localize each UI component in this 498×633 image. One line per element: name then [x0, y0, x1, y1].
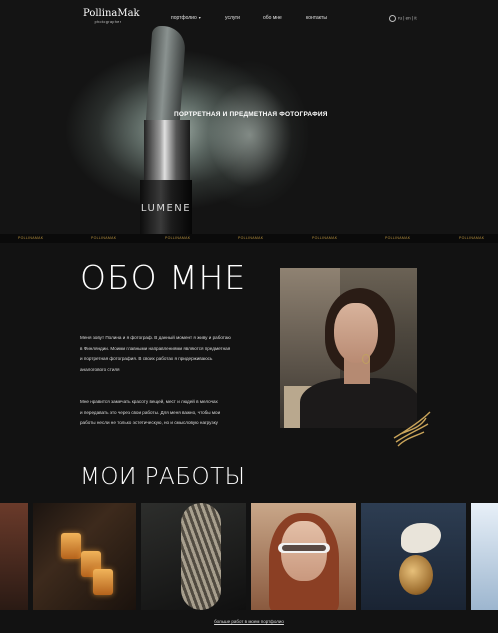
- about-text-line: аналогового стиля: [80, 366, 120, 372]
- hero-title: ПОРТРЕТНАЯ И ПРЕДМЕТНАЯ ФОТОГРАФИЯ: [174, 111, 328, 118]
- gallery-detail: [401, 523, 441, 553]
- gallery-detail: [93, 569, 113, 595]
- nav-item-contacts[interactable]: контакты: [306, 15, 327, 21]
- gallery-image-glasses[interactable]: [33, 503, 136, 610]
- strip-item: POLLINAMAK: [165, 236, 191, 240]
- gallery-detail: [61, 533, 81, 559]
- about-text-line: в Финляндии. Моими главными направлениям…: [80, 345, 231, 351]
- photo-face: [334, 303, 378, 363]
- language-options: ru | en | it: [398, 15, 417, 21]
- gallery-image-portrait[interactable]: [251, 503, 356, 610]
- site-logo[interactable]: PollinaMak photographer: [83, 8, 140, 24]
- nav-item-about[interactable]: обо мне: [263, 15, 282, 21]
- about-text-line: Мне нравится замечать красоту вещей, мес…: [80, 399, 218, 404]
- lipstick-brand-text: LUMENE: [140, 203, 192, 214]
- gallery-image-still-life[interactable]: [361, 503, 466, 610]
- chevron-down-icon: ▾: [198, 15, 201, 20]
- strip-item: POLLINAMAK: [312, 236, 338, 240]
- about-paragraph-1: Меня зовут Полина и я фотограф. В данный…: [80, 333, 265, 375]
- strip-item: POLLINAMAK: [385, 236, 411, 240]
- lipstick-ring: [144, 120, 190, 182]
- brand-strip: POLLINAMAK POLLINAMAK POLLINAMAK POLLINA…: [0, 234, 498, 243]
- gallery-image[interactable]: [0, 503, 28, 610]
- strip-item: POLLINAMAK: [18, 236, 44, 240]
- about-text-line: работы несли не только эстетическую, но …: [80, 420, 218, 425]
- about-title: ОБО МНЕ: [80, 258, 247, 297]
- logo-subtitle: photographer: [94, 20, 122, 24]
- strip-item: POLLINAMAK: [91, 236, 117, 240]
- works-title: МОИ РАБОТЫ: [80, 464, 246, 490]
- portfolio-link[interactable]: больше работ в моем портфолио: [0, 619, 498, 624]
- gallery-detail: [278, 543, 330, 553]
- strip-item: POLLINAMAK: [238, 236, 264, 240]
- gallery-detail: [181, 503, 221, 610]
- nav-item-services[interactable]: услуги: [225, 15, 240, 21]
- about-paragraph-2: Мне нравится замечать красоту вещей, мес…: [80, 397, 265, 429]
- language-switcher[interactable]: ru | en | it: [389, 15, 417, 22]
- gold-scribble-decoration: [393, 411, 431, 447]
- about-text-line: Меня зовут Полина и я фотограф. В данный…: [80, 335, 231, 340]
- logo-name: PollinaMak: [83, 8, 140, 19]
- portrait-photo: [280, 268, 417, 428]
- nav-item-label: портфолио: [171, 15, 197, 21]
- gallery-image[interactable]: [471, 503, 498, 610]
- about-text-line: и передавать это через свои работы. Для …: [80, 409, 221, 415]
- gallery-detail: [399, 555, 433, 595]
- hero-light-glow: [190, 60, 310, 210]
- gallery-image-jewelry[interactable]: [141, 503, 246, 610]
- photo-earring: [362, 354, 370, 364]
- globe-icon: [389, 15, 396, 22]
- about-text-line: и портретная фотография. В своих работах…: [80, 356, 213, 361]
- strip-item: POLLINAMAK: [459, 236, 485, 240]
- hero-banner: LUMENE PollinaMak photographer портфолио…: [0, 0, 498, 234]
- nav-item-portfolio[interactable]: портфолио ▾: [171, 15, 201, 21]
